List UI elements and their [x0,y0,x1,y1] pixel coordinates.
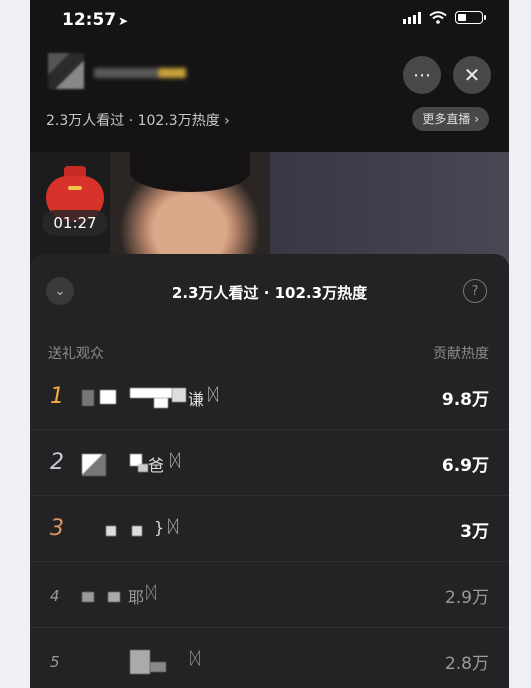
close-button[interactable]: ✕ [453,56,491,94]
username-blurred [106,526,116,536]
cellular-signal-icon [403,11,421,24]
list-item[interactable]: 5 ᛞ 2.8万 [30,628,509,688]
fan-badge-icon: ᛞ [168,517,179,537]
battery-level [458,14,466,21]
list-item[interactable]: 2 爸 ᛞ 6.9万 [30,430,509,496]
streamer-name-blurred[interactable] [94,68,186,78]
wifi-icon [429,11,447,24]
rank-number: 4 [50,587,60,605]
status-bar: 12:57 ➤ [30,0,509,40]
rank-number: 3 [50,516,64,541]
clock: 12:57 ➤ [62,10,128,30]
rank-number: 1 [50,384,64,409]
contribution-heat: 6.9万 [441,456,489,476]
username-blurred [130,650,150,674]
username-blurred [154,398,168,408]
phone-screen: 12:57➤ ⋯ ✕ 2.3万人看过 · 102.3万热度 › 更多直播 › [30,0,509,688]
contribution-heat: 3万 [460,522,489,542]
fan-badge-icon: ᛞ [208,385,219,405]
username-blurred [172,388,186,402]
more-live-button[interactable]: 更多直播 › [412,107,489,131]
location-arrow-icon: ➤ [118,14,129,28]
contribution-heat: 2.8万 [444,654,489,674]
fan-badge-icon: ᛞ [190,649,201,669]
panel-title: 2.3万人看过 · 102.3万热度 [171,284,368,302]
username-blurred [150,662,166,672]
stream-header: ⋯ ✕ [30,48,509,98]
contribution-heat: 2.9万 [444,588,489,608]
question-icon: ? [471,283,479,299]
contribution-heat: 9.8万 [441,390,489,410]
username-tail: 谦 [188,390,205,409]
column-header-heat: 贡献热度 [433,346,489,362]
streamer-video-hair [130,152,250,192]
ellipsis-icon: ⋯ [413,64,431,86]
fan-badge-icon: ᛞ [170,451,181,471]
username-blurred [100,390,116,404]
battery-icon [455,11,486,24]
username-blurred [82,390,94,406]
gift-ranking-panel: ⌄ 2.3万人看过 · 102.3万热度 ? 送礼观众 贡献热度 1 谦 ᛞ 9… [30,254,509,688]
list-item[interactable]: 4 耶 ᛞ 2.9万 [30,562,509,628]
help-button[interactable]: ? [463,279,487,303]
username-blurred [82,454,106,476]
username-tail: 爸 [148,456,165,475]
username-blurred [108,592,120,602]
streamer-avatar[interactable] [48,53,84,89]
column-header-gifters: 送礼观众 [48,346,104,362]
username-tail: 耶 [128,588,145,607]
username-tail: } [154,518,165,537]
close-icon: ✕ [463,63,481,87]
clock-time: 12:57 [62,10,117,30]
ranking-list: 1 谦 ᛞ 9.8万 2 爸 ᛞ 6.9万 3} ᛞ 3万 4 耶 ᛞ 2.9… [30,364,509,688]
viewer-stats-link[interactable]: 2.3万人看过 · 102.3万热度 › [46,110,230,130]
list-item[interactable]: 1 谦 ᛞ 9.8万 [30,364,509,430]
red-packet-countdown: 01:27 [42,210,108,236]
username-blurred [130,388,172,398]
status-icons [403,11,486,24]
username-blurred [82,592,94,602]
fan-badge-icon: ᛞ [146,583,157,603]
red-packet-knot [68,186,82,190]
username-blurred [132,526,142,536]
username-blurred [138,464,148,472]
list-item[interactable]: 3 } ᛞ 3万 [30,496,509,562]
rank-number: 2 [50,450,64,475]
more-options-button[interactable]: ⋯ [403,56,441,94]
rank-number: 5 [50,653,60,671]
